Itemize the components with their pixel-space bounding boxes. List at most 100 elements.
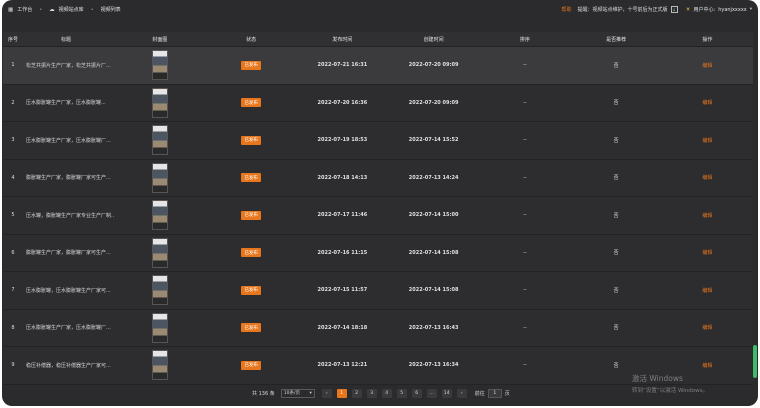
row-title[interactable]: 压水膨胀罐生产厂家，压水膨胀罐...	[23, 85, 114, 122]
cover-cell	[114, 122, 205, 159]
page-button-1[interactable]: 1	[336, 388, 347, 398]
recommend-value: 否	[613, 100, 619, 107]
page-size-select[interactable]: 10条/页 ▾	[280, 388, 315, 398]
page-button-3[interactable]: 3	[366, 388, 377, 398]
prev-page-button[interactable]: ‹	[321, 388, 332, 398]
goto-label: 前往	[474, 390, 485, 397]
sort-value: --	[523, 249, 527, 256]
user-label[interactable]: 用户中心:	[694, 6, 716, 13]
publish-time: 2022-07-16 11:15	[317, 249, 368, 256]
cover-thumbnail[interactable]	[151, 87, 168, 118]
publish-time: 2022-07-18 14:13	[317, 174, 368, 181]
cover-thumbnail[interactable]	[151, 350, 168, 381]
recommend-value: 否	[613, 175, 619, 182]
next-page-button[interactable]: ›	[456, 388, 467, 398]
row-title[interactable]: 压水罐，膨胀罐生产厂家专业生产厂制...	[23, 197, 114, 234]
status-badge: 已发布	[241, 323, 261, 333]
edit-link[interactable]: 编辑	[702, 99, 712, 106]
status-cell: 已发布	[206, 47, 297, 84]
chevron-down-icon[interactable]: ▾	[750, 7, 752, 12]
sort-value: --	[523, 99, 527, 106]
sort-value: --	[523, 137, 527, 144]
row-title[interactable]: 松芝共振片生产厂家，松芝共振片厂...	[23, 47, 114, 84]
create-time: 2022-07-14 15:52	[408, 137, 459, 144]
breadcrumb-item-home[interactable]: 工作台	[17, 6, 32, 13]
edit-link[interactable]: 编辑	[702, 249, 712, 256]
edit-link[interactable]: 编辑	[702, 324, 712, 331]
watermark-subtitle: 转到“设置”以激活 Windows。	[632, 388, 708, 394]
table-body: 1 松芝共振片生产厂家，松芝共振片厂... 已发布 2022-07-21 16:…	[3, 47, 753, 385]
action-cell: 编辑	[662, 310, 753, 347]
row-index: 6	[11, 249, 15, 256]
row-index: 8	[11, 324, 15, 331]
cover-thumbnail[interactable]	[151, 125, 168, 156]
cover-thumbnail[interactable]	[151, 275, 168, 306]
goto-page-input[interactable]: 1	[487, 388, 502, 398]
page-unit-label: 页	[504, 390, 510, 397]
edit-link[interactable]: 编辑	[702, 287, 712, 294]
cover-cell	[114, 235, 205, 272]
status-badge: 已发布	[241, 248, 261, 258]
status-cell: 已发布	[206, 235, 297, 272]
create-time: 2022-07-20 09:09	[408, 62, 459, 69]
status-badge: 已发布	[241, 210, 261, 220]
status-badge: 已发布	[241, 360, 261, 370]
cover-thumbnail[interactable]	[151, 312, 168, 343]
row-title[interactable]: 膨胀罐生产厂家，膨胀罐厂家可生产...	[23, 160, 114, 197]
cover-thumbnail[interactable]	[151, 237, 168, 268]
top-bar: ▦ 工作台 • ☁ 视频站点库 • 视频列表 帮助 提醒：视频站点维护，十号前后…	[2, 0, 758, 22]
recommend-value: 否	[613, 287, 619, 294]
cover-cell	[114, 272, 205, 309]
page-ellipsis[interactable]: ...	[426, 388, 437, 398]
create-time: 2022-07-13 14:24	[408, 174, 459, 181]
recommend-value: 否	[613, 250, 619, 257]
table-row: 8 压水膨胀罐生产厂家，压水膨胀罐厂... 已发布 2022-07-14 18:…	[3, 309, 753, 347]
cover-thumbnail[interactable]	[151, 162, 168, 193]
sort-value: --	[523, 174, 527, 181]
row-title[interactable]: 稳压补偿器，稳压补偿器生产厂家可...	[23, 347, 114, 384]
status-badge: 已发布	[241, 60, 261, 70]
publish-time: 2022-07-17 11:46	[317, 212, 368, 219]
scrollbar-thumb[interactable]	[753, 345, 757, 378]
publish-time: 2022-07-20 16:36	[317, 99, 368, 106]
edit-link[interactable]: 编辑	[702, 212, 712, 219]
cover-thumbnail[interactable]	[151, 50, 168, 81]
top-right-area: 帮助 提醒：视频站点维护，十号前后为正式版 ↓ ☀ 用户中心: hyanjxxx…	[562, 6, 752, 13]
username[interactable]: hyanjxxxxx	[718, 7, 747, 13]
sort-value: --	[523, 362, 527, 369]
table-row: 2 压水膨胀罐生产厂家，压水膨胀罐... 已发布 2022-07-20 16:3…	[3, 84, 753, 122]
row-index: 2	[11, 99, 15, 106]
row-index: 7	[11, 287, 15, 294]
page-button-last[interactable]: 14	[441, 388, 452, 398]
help-link[interactable]: 帮助	[562, 6, 572, 13]
edit-link[interactable]: 编辑	[702, 137, 712, 144]
cover-cell	[114, 347, 205, 384]
page-button-6[interactable]: 6	[411, 388, 422, 398]
download-icon[interactable]: ↓	[670, 6, 678, 13]
cover-cell	[114, 47, 205, 84]
row-index: 4	[11, 174, 15, 181]
page-button-5[interactable]: 5	[396, 388, 407, 398]
cover-thumbnail[interactable]	[151, 200, 168, 231]
table-row: 7 压水膨胀罐，压水膨胀罐生产厂家可... 已发布 2022-07-15 11:…	[3, 272, 753, 310]
row-title[interactable]: 压水膨胀罐，压水膨胀罐生产厂家可...	[23, 272, 114, 309]
breadcrumb-item-site[interactable]: 视频站点库	[59, 6, 84, 13]
create-time: 2022-07-14 15:00	[408, 212, 459, 219]
page-button-4[interactable]: 4	[381, 388, 392, 398]
edit-link[interactable]: 编辑	[702, 62, 712, 69]
column-header-sort: 排序	[519, 36, 530, 43]
sun-icon: ☀	[685, 6, 691, 13]
row-title[interactable]: 膨胀罐生产厂家，膨胀罐厂家可生产...	[23, 235, 114, 272]
edit-link[interactable]: 编辑	[702, 362, 712, 369]
sort-value: --	[523, 324, 527, 331]
sort-value: --	[523, 62, 527, 69]
status-cell: 已发布	[206, 272, 297, 309]
table-row: 3 压水膨胀罐生产厂家，压水膨胀罐厂... 已发布 2022-07-19 18:…	[3, 122, 753, 160]
page-size-value: 10条/页	[283, 391, 300, 396]
action-cell: 编辑	[662, 85, 753, 122]
row-title[interactable]: 压水膨胀罐生产厂家，压水膨胀罐厂...	[23, 122, 114, 159]
edit-link[interactable]: 编辑	[702, 174, 712, 181]
row-title[interactable]: 压水膨胀罐生产厂家，压水膨胀罐厂...	[23, 310, 114, 347]
page-button-2[interactable]: 2	[351, 388, 362, 398]
cover-cell	[114, 85, 205, 122]
